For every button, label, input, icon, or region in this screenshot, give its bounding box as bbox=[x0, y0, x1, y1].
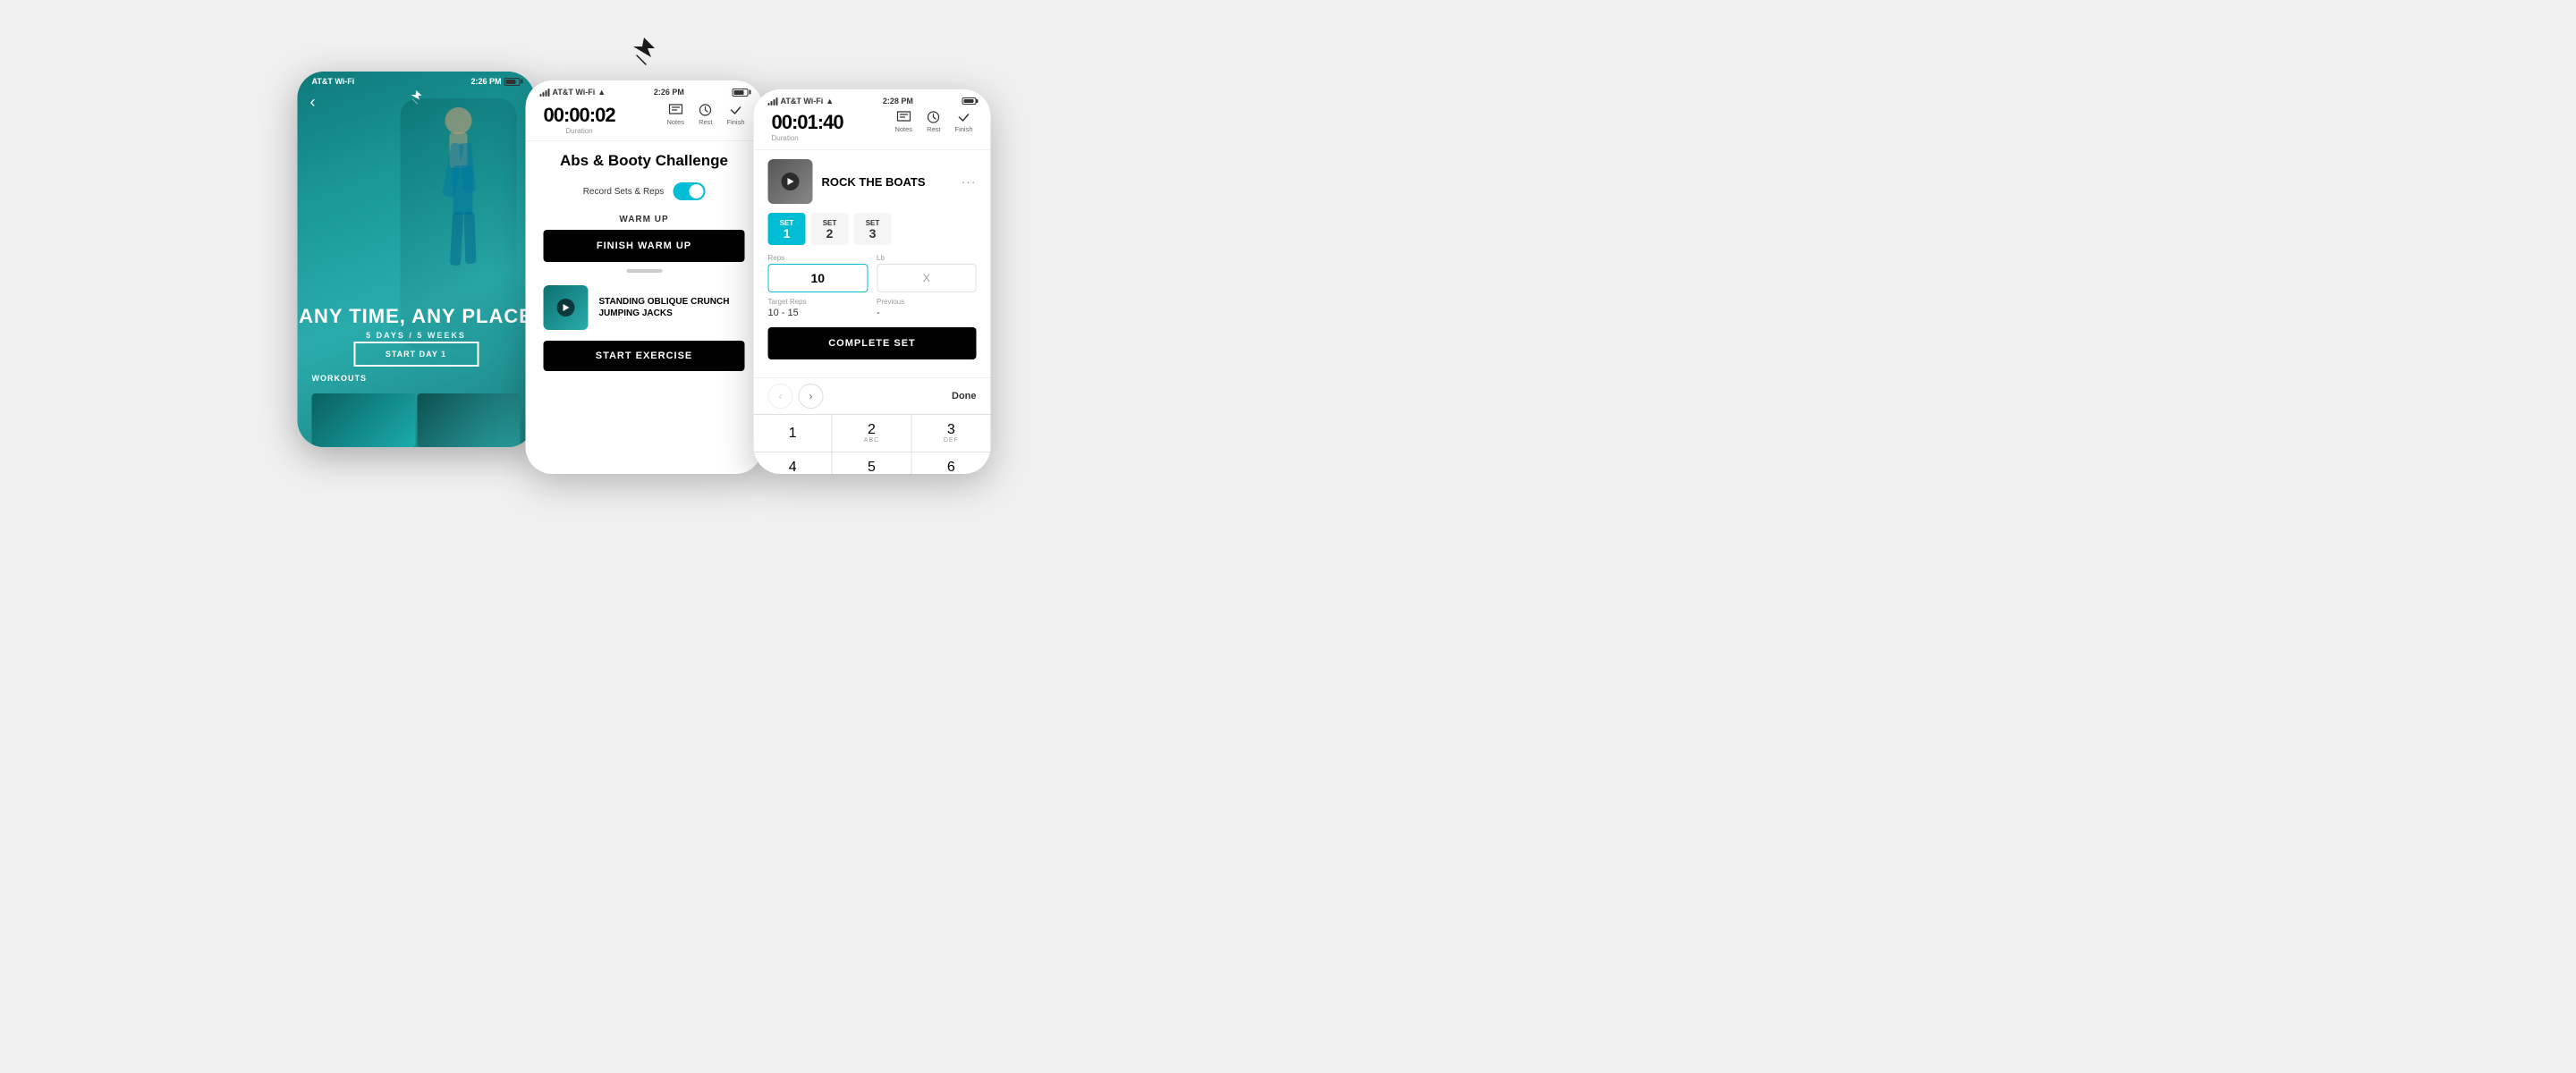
phone2-finish-label: Finish bbox=[726, 118, 744, 126]
phone3-exercise-video-thumb bbox=[768, 159, 813, 204]
phone2-battery-icon bbox=[733, 89, 749, 97]
phone3-lb-label: Lb bbox=[877, 254, 977, 262]
phone3-previous-label: Previous bbox=[877, 298, 977, 306]
phone2-warm-up-label: WARM UP bbox=[526, 206, 763, 230]
phone3-key-1[interactable]: 1 bbox=[754, 415, 833, 452]
phone2-duration-label: Duration bbox=[544, 127, 615, 135]
phone3: AT&T Wi-Fi ▲ 2:28 PM 00:01:40 Duration N… bbox=[754, 89, 991, 474]
phone1-thumb-1[interactable] bbox=[312, 393, 416, 447]
phone3-exercise-card: ROCK THE BOATS ··· SET 1 SET 2 SET 3 bbox=[754, 150, 991, 377]
phone1-thumb-2[interactable] bbox=[417, 393, 521, 447]
phone3-target-reps-col: Target Reps 10 - 15 bbox=[768, 298, 869, 318]
phone2-finish-warmup-button[interactable]: FINISH WARM UP bbox=[544, 230, 745, 262]
phone2-status-bar: AT&T Wi-Fi ▲ 2:26 PM bbox=[526, 80, 763, 97]
phone3-reps-label: Reps bbox=[768, 254, 869, 262]
phone2-exercise-thumb bbox=[544, 285, 589, 330]
phone2-rest-label: Rest bbox=[699, 118, 712, 126]
phone3-key-2[interactable]: 2 ABC bbox=[833, 415, 911, 452]
phone3-time: 2:28 PM bbox=[883, 97, 913, 106]
phone2-carrier: AT&T Wi-Fi bbox=[553, 88, 596, 97]
phone3-more-options[interactable]: ··· bbox=[962, 174, 977, 189]
phone3-complete-set-button[interactable]: COMPLETE SET bbox=[768, 327, 977, 359]
phone2-notes-btn[interactable]: Notes bbox=[666, 104, 684, 126]
phone1: AT&T Wi-Fi 2:26 PM ‹ bbox=[298, 72, 535, 447]
phone3-reps-col: Reps 10 bbox=[768, 254, 869, 292]
phone3-header-icons: Notes Rest Finish bbox=[894, 111, 972, 133]
phone3-key-3[interactable]: 3 DEF bbox=[911, 415, 990, 452]
phone3-duration: 00:01:40 bbox=[772, 111, 843, 134]
phone1-hero-subtitle: 5 DAYS / 5 WEEKS bbox=[298, 331, 535, 340]
phone3-target-reps-value: 10 - 15 bbox=[768, 308, 869, 318]
phone3-previous-value: - bbox=[877, 308, 977, 318]
phone2-exercise-row: STANDING OBLIQUE CRUNCH JUMPING JACKS bbox=[526, 280, 763, 335]
phone1-hero-title: ANY TIME, ANY PLACE bbox=[298, 306, 535, 327]
phone2-header-icons: Notes Rest Finish bbox=[666, 104, 744, 126]
phone3-done-button[interactable]: Done bbox=[952, 391, 977, 401]
phone3-key-5[interactable]: 5 JKL bbox=[833, 452, 911, 474]
phone2-toggle-label: Record Sets & Reps bbox=[583, 187, 665, 197]
phone3-exercise-card-top: ROCK THE BOATS ··· bbox=[768, 159, 977, 204]
phone2: AT&T Wi-Fi ▲ 2:26 PM 00:00:02 Duration N… bbox=[526, 80, 763, 474]
phone1-workout-thumbs bbox=[298, 393, 535, 447]
phone1-time: 2:26 PM bbox=[470, 77, 501, 86]
phone2-exercise-name: STANDING OBLIQUE CRUNCH JUMPING JACKS bbox=[599, 296, 745, 319]
phone1-hero-text: ANY TIME, ANY PLACE 5 DAYS / 5 WEEKS bbox=[298, 306, 535, 340]
phone3-lb-input[interactable]: X bbox=[877, 264, 977, 292]
phone3-wifi-icon: ▲ bbox=[826, 97, 834, 106]
phone2-start-exercise-button[interactable]: START EXERCISE bbox=[544, 341, 745, 371]
phone2-duration: 00:00:02 bbox=[544, 104, 615, 127]
phones-container: AT&T Wi-Fi 2:26 PM ‹ bbox=[298, 72, 991, 474]
phone3-target-row: Target Reps 10 - 15 Previous - bbox=[768, 298, 977, 318]
phone3-nav-row: ‹ › Done bbox=[754, 377, 991, 414]
phone3-finish-label: Finish bbox=[954, 125, 972, 133]
phone3-keypad: 1 2 ABC 3 DEF 4 GHI 5 JKL 6 MNO bbox=[754, 414, 991, 474]
phone3-sets-tabs: SET 1 SET 2 SET 3 bbox=[768, 213, 977, 245]
phone1-back-button[interactable]: ‹ bbox=[310, 93, 316, 112]
phone2-play-button[interactable] bbox=[557, 299, 575, 317]
phone3-header: 00:01:40 Duration Notes Rest Finish bbox=[754, 106, 991, 150]
phone1-status-bar: AT&T Wi-Fi 2:26 PM bbox=[298, 72, 535, 86]
gymshark-logo bbox=[617, 36, 671, 76]
phone1-carrier: AT&T Wi-Fi bbox=[312, 77, 355, 86]
phone2-finish-btn[interactable]: Finish bbox=[726, 104, 744, 126]
phone3-set-tab-2[interactable]: SET 2 bbox=[811, 213, 849, 245]
phone3-rest-label: Rest bbox=[927, 125, 940, 133]
phone3-lb-col: Lb X bbox=[877, 254, 977, 292]
phone3-reps-input[interactable]: 10 bbox=[768, 264, 869, 292]
phone2-rest-btn[interactable]: Rest bbox=[699, 104, 712, 126]
phone2-time: 2:26 PM bbox=[654, 88, 684, 97]
phone3-notes-label: Notes bbox=[894, 125, 912, 133]
phone3-battery-icon bbox=[962, 97, 977, 105]
phone3-exercise-title: ROCK THE BOATS bbox=[822, 175, 953, 189]
phone2-toggle-switch[interactable] bbox=[673, 182, 705, 200]
phone2-signal-icon bbox=[540, 89, 550, 97]
phone3-notes-btn[interactable]: Notes bbox=[894, 111, 912, 133]
phone3-inputs-row: Reps 10 Lb X bbox=[768, 254, 977, 292]
phone3-play-button[interactable] bbox=[782, 173, 800, 190]
phone3-status-bar: AT&T Wi-Fi ▲ 2:28 PM bbox=[754, 89, 991, 106]
phone2-scroll-indicator bbox=[626, 269, 662, 273]
phone3-key-4[interactable]: 4 GHI bbox=[754, 452, 833, 474]
phone3-prev-arrow[interactable]: ‹ bbox=[768, 384, 793, 409]
phone3-target-reps-label: Target Reps bbox=[768, 298, 869, 306]
phone2-header: 00:00:02 Duration Notes Rest Finish bbox=[526, 97, 763, 141]
phone2-workout-title: Abs & Booty Challenge bbox=[526, 141, 763, 177]
phone2-notes-label: Notes bbox=[666, 118, 684, 126]
phone3-key-6[interactable]: 6 MNO bbox=[911, 452, 990, 474]
phone1-start-day-button[interactable]: START DAY 1 bbox=[353, 342, 479, 367]
phone3-set-tab-3[interactable]: SET 3 bbox=[854, 213, 892, 245]
phone3-rest-btn[interactable]: Rest bbox=[927, 111, 940, 133]
phone2-wifi-icon: ▲ bbox=[597, 88, 606, 97]
phone3-finish-btn[interactable]: Finish bbox=[954, 111, 972, 133]
phone1-workouts-label: WORKOUTS bbox=[312, 374, 368, 383]
phone3-carrier: AT&T Wi-Fi bbox=[781, 97, 824, 106]
phone3-signal-icon bbox=[768, 97, 778, 106]
phone2-toggle-row: Record Sets & Reps bbox=[526, 177, 763, 206]
phone3-previous-col: Previous - bbox=[877, 298, 977, 318]
phone3-next-arrow[interactable]: › bbox=[799, 384, 824, 409]
phone3-set-tab-1[interactable]: SET 1 bbox=[768, 213, 806, 245]
phone3-duration-label: Duration bbox=[772, 134, 843, 142]
